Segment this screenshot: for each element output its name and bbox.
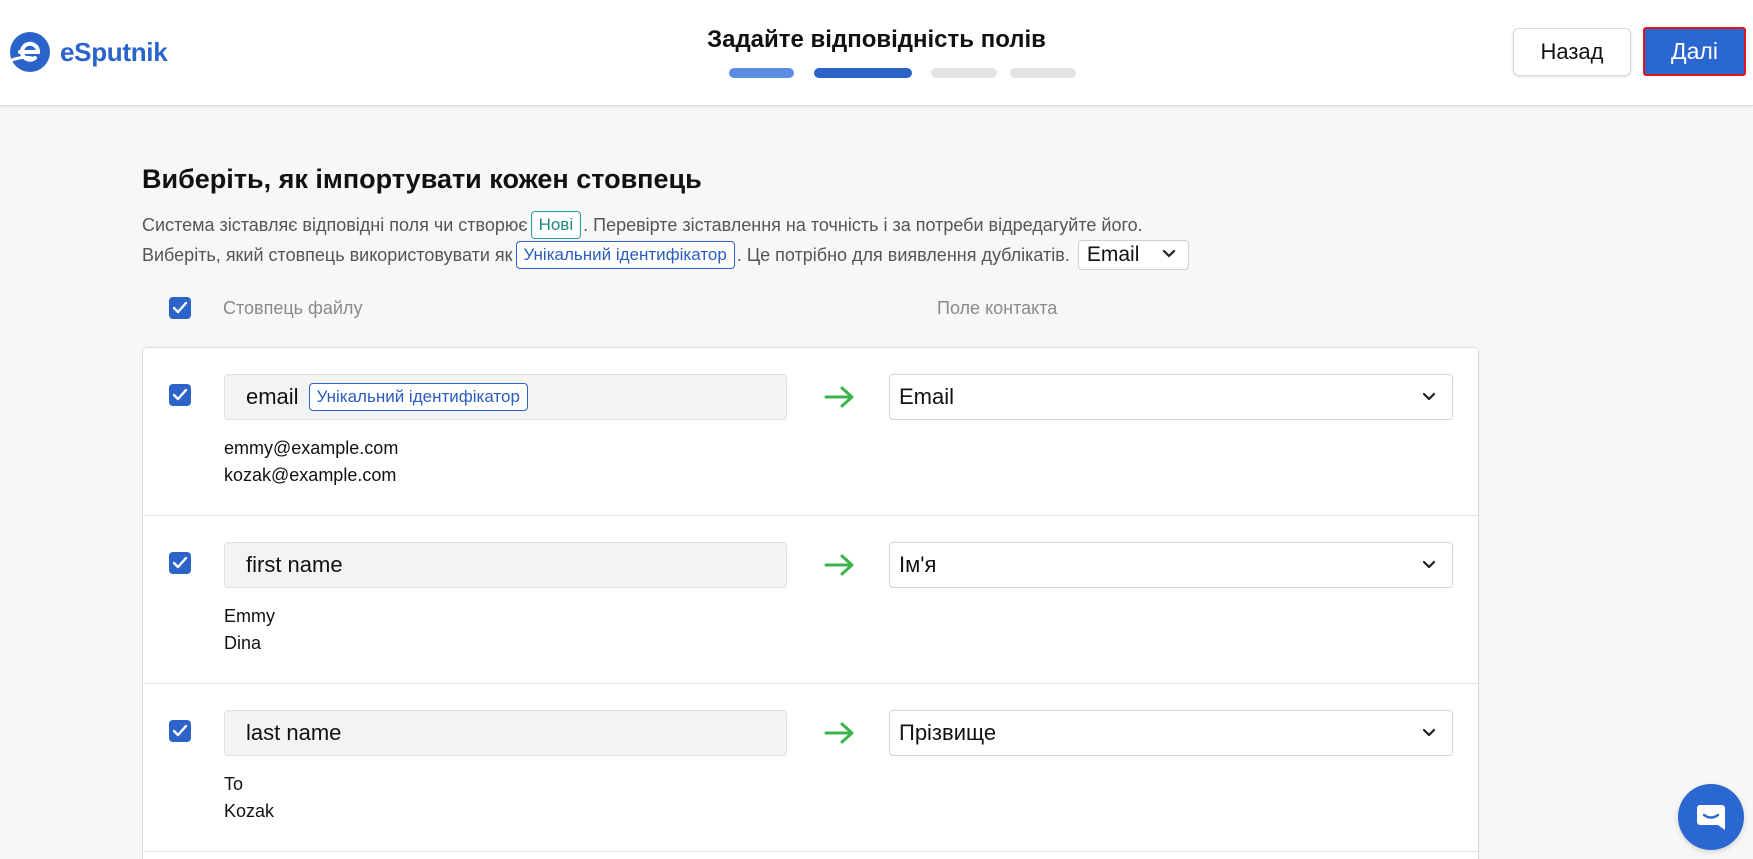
mapping-row: first name Ім'я Emmy Dina (143, 516, 1478, 684)
mapping-row: last name Прізвище To Kozak (143, 684, 1478, 852)
desc2-text-after: . Це потрібно для виявлення дублікатів. (736, 244, 1070, 265)
source-column-field: first name (224, 542, 787, 588)
step-indicator-4 (1010, 68, 1076, 78)
row-checkbox[interactable] (169, 552, 191, 574)
source-column-field: last name (224, 710, 787, 756)
source-column-name: email (246, 384, 299, 409)
source-column-field: email Унікальний ідентифікатор (224, 374, 787, 420)
chat-button[interactable] (1678, 784, 1744, 850)
new-fields-badge: Нові (530, 211, 582, 239)
sample-value: kozak@example.com (224, 465, 397, 485)
check-icon (172, 724, 188, 737)
description-line-2: Виберіть, який стовпець використовувати … (142, 240, 1189, 270)
contact-field-value: Email (899, 384, 955, 409)
chevron-down-icon (1422, 392, 1436, 401)
contact-field-select[interactable]: Ім'я (889, 542, 1453, 588)
chat-icon (1697, 805, 1725, 830)
source-column-name: last name (246, 720, 342, 745)
mapping-table: email Унікальний ідентифікатор Email emm… (142, 347, 1479, 859)
step-indicator-3 (931, 68, 997, 78)
desc1-text: Система зіставляє відповідні поля чи ств… (142, 214, 528, 235)
unique-id-badge: Унікальний ідентифікатор (515, 241, 735, 269)
check-icon (172, 301, 188, 314)
desc1-text-after: . Перевірте зіставлення на точність і за… (583, 214, 1143, 235)
mapping-row: email Унікальний ідентифікатор Email emm… (143, 348, 1478, 516)
sample-value: Kozak (224, 801, 275, 821)
step-progress (0, 68, 1753, 80)
chevron-down-icon (1422, 728, 1436, 737)
chevron-down-icon (1422, 560, 1436, 569)
arrow-right-icon (824, 722, 854, 744)
step-indicator-2 (814, 68, 912, 78)
top-bar: eSputnik Задайте відповідність полів Наз… (0, 0, 1753, 106)
contact-field-select[interactable]: Email (889, 374, 1453, 420)
contact-field-select[interactable]: Прізвище (889, 710, 1453, 756)
description-line-1: Система зіставляє відповідні поля чи ств… (142, 211, 1143, 239)
sample-value: Dina (224, 633, 262, 653)
section-heading: Виберіть, як імпортувати кожен стовпець (142, 164, 702, 194)
step-indicator-1 (729, 68, 794, 78)
dedupe-field-value: Email (1086, 243, 1140, 266)
arrow-right-icon (824, 554, 854, 576)
column-header-file: Стовпець файлу (223, 298, 363, 318)
row-checkbox[interactable] (169, 720, 191, 742)
arrow-right-icon (824, 386, 854, 408)
row-checkbox[interactable] (169, 384, 191, 406)
dedupe-field-select[interactable]: Email (1077, 240, 1189, 270)
page-title: Задайте відповідність полів (707, 26, 1046, 53)
sample-value: emmy@example.com (224, 438, 399, 458)
column-header-contact: Поле контакта (937, 298, 1058, 318)
select-all-checkbox[interactable] (169, 297, 191, 319)
next-button[interactable]: Далі (1643, 27, 1746, 76)
check-icon (172, 388, 188, 401)
contact-field-value: Ім'я (899, 552, 937, 577)
desc2-text: Виберіть, який стовпець використовувати … (142, 244, 513, 265)
sample-value: Emmy (224, 606, 275, 626)
source-column-name: first name (246, 552, 343, 577)
back-button[interactable]: Назад (1513, 28, 1631, 76)
unique-id-badge: Унікальний ідентифікатор (308, 383, 528, 411)
chevron-down-icon (1162, 249, 1175, 258)
check-icon (172, 556, 188, 569)
contact-field-value: Прізвище (899, 720, 997, 745)
sample-value: To (224, 774, 244, 794)
